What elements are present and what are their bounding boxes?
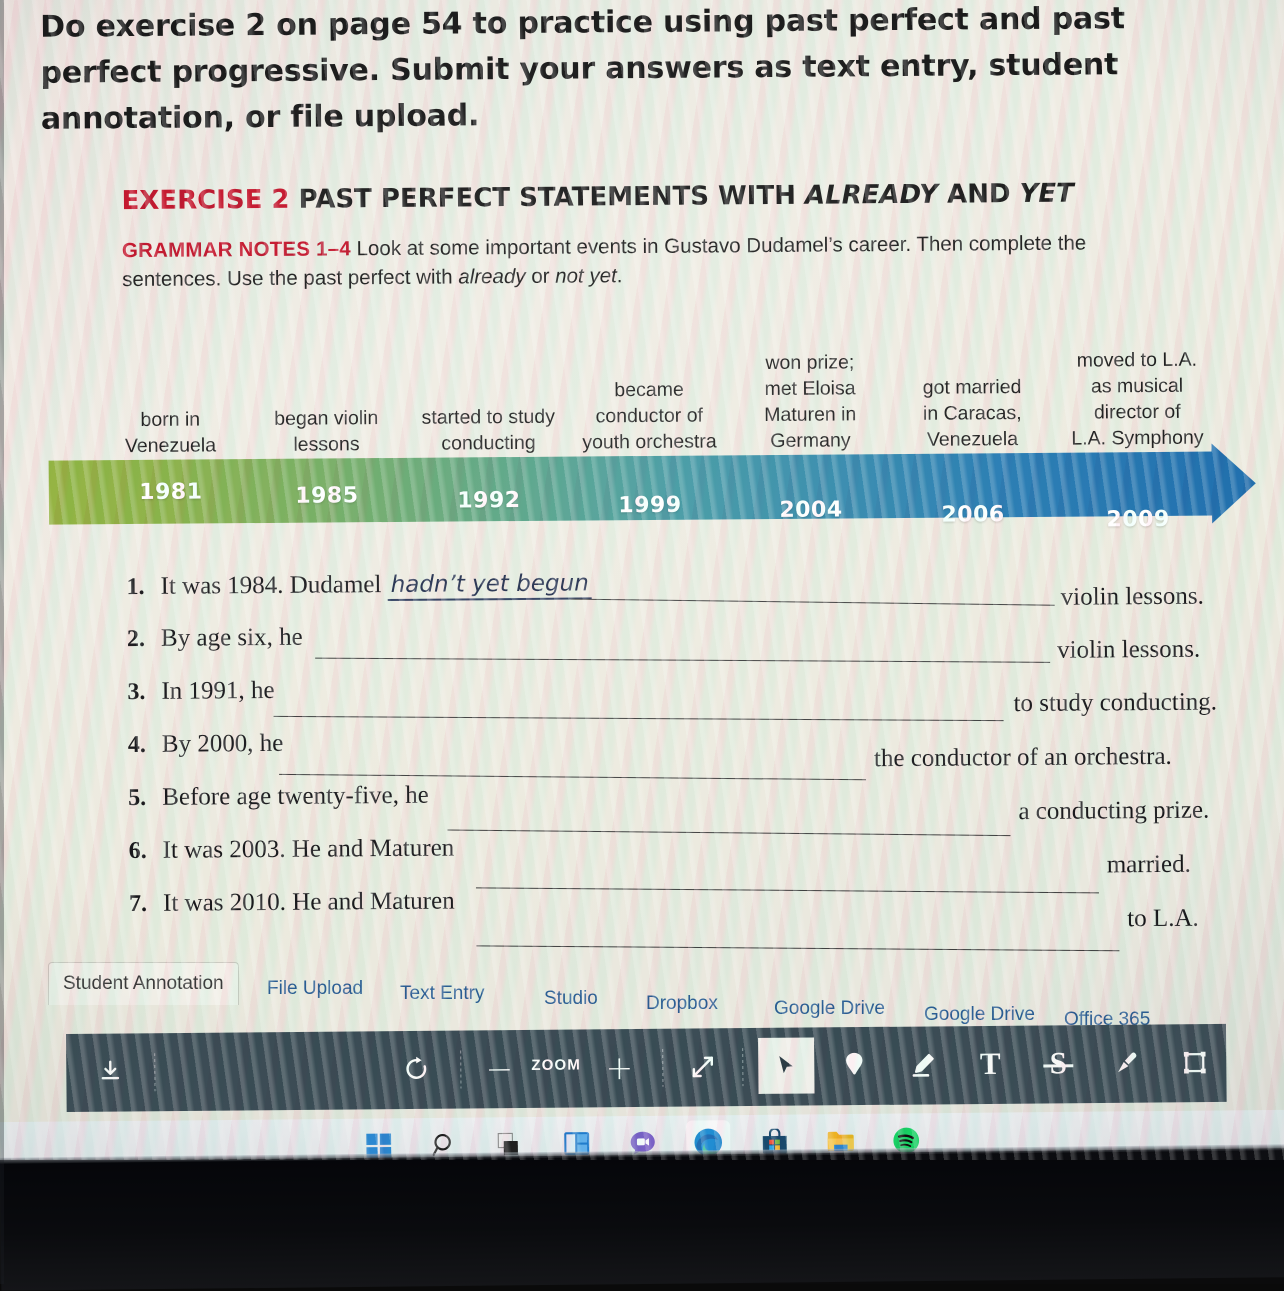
grammar-notes-italic1: already — [458, 264, 526, 289]
pin-point-icon[interactable] — [826, 1037, 882, 1093]
zoom-label: ZOOM — [531, 1056, 582, 1074]
timeline-event-label-line: director of — [1093, 400, 1181, 424]
submission-tab-label: File Upload — [267, 978, 364, 999]
sentence-tail-text: violin lessons. — [1060, 582, 1204, 611]
area-box-icon[interactable] — [1166, 1034, 1222, 1090]
rotate-icon[interactable] — [388, 1041, 444, 1097]
sentence-number: 3. — [127, 678, 146, 706]
sentence-lead-text: It was 1984. Dudamel hadn’t yet begun — [160, 569, 592, 602]
submission-type-tabs: Student Annotation File Upload Text Entry S… — [48, 962, 1248, 1030]
timeline-year: 1981 — [139, 479, 203, 505]
timeline-year: 1999 — [618, 492, 682, 519]
timeline-event-labels: born in Venezuela began violin lessons start… — [3, 325, 1284, 460]
submission-tab-label: Dropbox — [646, 993, 718, 1014]
submission-tab-google-drive[interactable]: Google Drive — [760, 988, 899, 1030]
strikethrough-icon[interactable]: S — [1030, 1035, 1086, 1091]
submission-tab-student-annotation[interactable]: Student Annotation — [48, 962, 239, 1005]
timeline-year: 1985 — [295, 483, 359, 509]
timeline-event-label: moved to L.A. as musical director of L.A. S… — [1037, 346, 1238, 452]
submission-tab-studio[interactable]: Studio — [530, 978, 612, 1020]
exercise-title-italic2: YET — [1019, 178, 1074, 210]
submission-tab-label: Student Annotation — [63, 973, 224, 994]
timeline-event-label-line: moved to L.A. — [1076, 348, 1198, 372]
strikethrough-glyph: S — [1049, 1045, 1068, 1081]
text-tool-icon[interactable]: T — [962, 1036, 1018, 1092]
zoom-out-glyph: − — [485, 1048, 514, 1088]
sentence-lead-text: By 2000, he — [161, 729, 284, 758]
sentence-number: 4. — [127, 731, 146, 759]
submission-tab-file-upload[interactable]: File Upload — [253, 968, 377, 1010]
toolbar-divider-4 — [742, 1048, 744, 1087]
submission-tab-label: Google Drive — [924, 1004, 1035, 1025]
timeline-year: 2009 — [1106, 506, 1170, 533]
handwritten-answer: hadn’t yet begun — [387, 570, 592, 602]
zoom-out-icon[interactable]: − — [471, 1040, 527, 1096]
exercise-sentence-row: 7. It was 2010. He and Maturen to L.A. — [7, 882, 1284, 952]
text-tool-glyph: T — [979, 1045, 1001, 1082]
highlighter-icon[interactable] — [894, 1036, 950, 1092]
answer-blank-line[interactable] — [476, 945, 1120, 952]
submission-tab-text-entry[interactable]: Text Entry — [386, 973, 498, 1015]
sentence-lead-text: By age six, he — [160, 623, 303, 652]
grammar-notes-line: GRAMMAR NOTES 1–4 Look at some important… — [122, 228, 1122, 294]
answer-blank-line[interactable] — [570, 598, 1055, 606]
assignment-instruction-text: Do exercise 2 on page 54 to practice usi… — [40, 1, 1125, 137]
dudamel-career-timeline: born in Venezuela began violin lessons start… — [3, 325, 1284, 550]
exercise-title-part2: AND — [937, 179, 1020, 210]
sentence-tail-text: to L.A. — [1127, 904, 1199, 933]
timeline-year: 1992 — [457, 487, 521, 514]
grammar-notes-label: GRAMMAR NOTES 1–4 — [121, 237, 351, 263]
sentence-lead-text: In 1991, he — [161, 676, 275, 705]
photographed-laptop-screen: Do exercise 2 on page 54 to practice usi… — [0, 0, 1284, 1291]
exercise-sentence-list: 1. It was 1984. Dudamel hadn’t yet begun v… — [4, 565, 1284, 952]
exercise-label: EXERCISE 2 — [121, 184, 290, 217]
submission-tab-dropbox[interactable]: Dropbox — [632, 983, 732, 1025]
workbook-page: EXERCISE 2 PAST PERFECT STATEMENTS WITH … — [1, 165, 1284, 965]
grammar-notes-italic2: not yet — [555, 264, 617, 288]
sentence-number: 2. — [126, 625, 146, 653]
submission-tab-label: Studio — [544, 988, 598, 1009]
exercise-title-italic1: ALREADY — [804, 179, 939, 211]
answer-blank-line[interactable] — [273, 715, 1004, 722]
sentence-number: 5. — [128, 784, 147, 812]
sentence-tail-text: married. — [1106, 850, 1191, 879]
toolbar-divider-2 — [460, 1050, 462, 1089]
cursor-select-icon[interactable] — [758, 1037, 815, 1094]
sentence-tail-text: the conductor of an orchestra. — [873, 742, 1172, 773]
laptop-bezel-left — [0, 0, 4, 1284]
sentence-number: 6. — [128, 837, 147, 865]
draw-pen-icon[interactable] — [1098, 1035, 1154, 1091]
submission-tab-label: Google Drive — [774, 998, 885, 1019]
exercise-title-part1: PAST PERFECT STATEMENTS WITH — [298, 180, 806, 215]
timeline-year: 2006 — [941, 502, 1005, 528]
sentence-lead-text: It was 2010. He and Maturen — [162, 887, 455, 917]
timeline-event-label-line: won prize; — [765, 351, 855, 375]
zoom-in-icon[interactable]: + — [591, 1039, 647, 1095]
zoom-in-glyph: + — [605, 1047, 634, 1087]
sentence-number: 1. — [126, 573, 145, 601]
exercise-heading: EXERCISE 2 PAST PERFECT STATEMENTS WITH … — [121, 179, 1074, 216]
sentence-lead-text: It was 2003. He and Maturen — [162, 834, 455, 864]
sentence-tail-text: a conducting prize. — [1018, 796, 1210, 826]
page-content-tilt-wrapper: Do exercise 2 on page 54 to practice usi… — [0, 0, 1284, 952]
sentence-number: 7. — [128, 890, 148, 918]
timeline-event-label-line: L.A. Symphony — [1071, 426, 1204, 450]
sentence-lead-text: Before age twenty-five, he — [162, 781, 429, 811]
sentence-tail-text: to study conducting. — [1013, 688, 1218, 718]
screen-panel: Do exercise 2 on page 54 to practice usi… — [0, 0, 1284, 1160]
fullscreen-icon[interactable] — [674, 1038, 730, 1094]
timeline-year: 2004 — [779, 497, 843, 523]
toolbar-divider-1 — [154, 1053, 156, 1092]
laptop-bezel-bottom — [0, 1148, 1284, 1291]
answer-blank-line[interactable] — [315, 657, 1051, 663]
timeline-arrow-head — [1211, 443, 1257, 524]
grammar-notes-text2: or — [525, 264, 556, 288]
download-icon[interactable] — [82, 1043, 138, 1099]
sentence-tail-text: violin lessons. — [1057, 635, 1201, 664]
annotation-toolbar: − ZOOM + T S — [66, 1023, 1227, 1112]
toolbar-divider-3 — [662, 1048, 664, 1087]
grammar-notes-text3: . — [616, 264, 623, 288]
submission-tab-label: Text Entry — [400, 983, 485, 1004]
timeline-event-label-line: as musical — [1090, 374, 1184, 398]
